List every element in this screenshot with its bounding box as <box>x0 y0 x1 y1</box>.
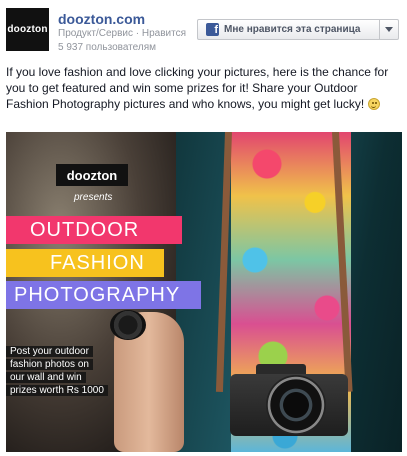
page-fans-count: 5 937 пользователям <box>58 42 157 53</box>
cta-line-1: Post your outdoor <box>6 346 93 357</box>
like-page-button[interactable]: f Мне нравится эта страница <box>197 19 399 40</box>
page-category: Продукт/Сервис · Нравится <box>58 28 187 39</box>
banner-photography: PHOTOGRAPHY <box>6 281 201 309</box>
banner-outdoor: OUTDOOR <box>6 216 182 244</box>
avatar-logo-text: doozton <box>7 24 48 35</box>
photo-logo: doozton <box>56 164 128 186</box>
like-page-label: Мне нравится эта страница <box>224 24 361 35</box>
banner-fashion: FASHION <box>6 249 164 277</box>
cta-line-2: fashion photos on <box>6 359 93 370</box>
facebook-post: doozton doozton.com Продукт/Сервис · Нра… <box>0 0 407 456</box>
facebook-f-icon: f <box>206 23 219 36</box>
button-divider <box>379 20 380 39</box>
page-avatar[interactable]: doozton <box>6 8 49 51</box>
photo-cta: Post your outdoor fashion photos on our … <box>6 345 124 397</box>
post-text: If you love fashion and love clicking yo… <box>6 64 401 112</box>
post-message: If you love fashion and love clicking yo… <box>6 65 389 111</box>
cta-line-3: our wall and win <box>6 372 86 383</box>
cta-line-4: prizes worth Rs 1000 <box>6 385 108 396</box>
post-photo[interactable]: doozton presents OUTDOOR FASHION PHOTOGR… <box>6 132 402 452</box>
camera-lens <box>266 375 326 435</box>
smiley-icon <box>367 98 380 110</box>
photo-presents: presents <box>74 192 113 203</box>
photo-bracelet <box>110 310 146 340</box>
chevron-down-icon[interactable] <box>385 27 393 32</box>
page-name-link[interactable]: doozton.com <box>58 11 145 27</box>
